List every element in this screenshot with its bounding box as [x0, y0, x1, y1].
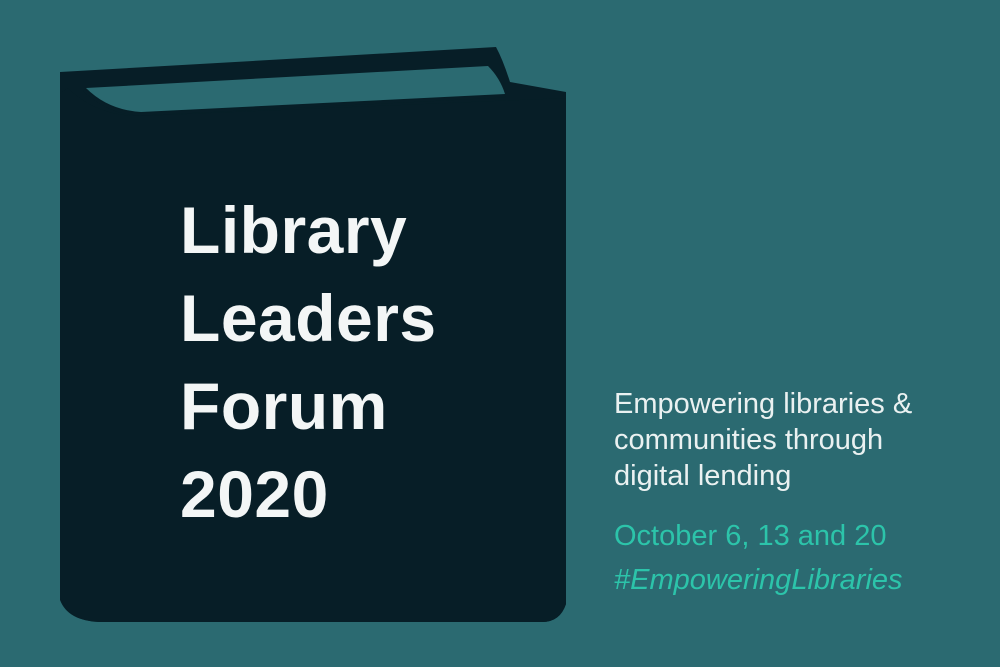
event-banner: Library Leaders Forum 2020 Empowering li…	[0, 0, 1000, 667]
title-line-4: 2020	[180, 457, 329, 531]
tagline-line-2: communities through	[614, 424, 884, 456]
event-tagline: Empowering libraries & communities throu…	[614, 386, 974, 494]
title-line-3: Forum	[180, 369, 388, 443]
event-dates: October 6, 13 and 20	[614, 520, 887, 552]
event-hashtag: #EmpoweringLibraries	[614, 564, 903, 596]
event-title: Library Leaders Forum 2020	[180, 186, 437, 538]
tagline-line-1: Empowering libraries &	[614, 388, 913, 420]
title-line-1: Library	[180, 193, 408, 267]
title-line-2: Leaders	[180, 281, 437, 355]
tagline-line-3: digital lending	[614, 460, 792, 492]
